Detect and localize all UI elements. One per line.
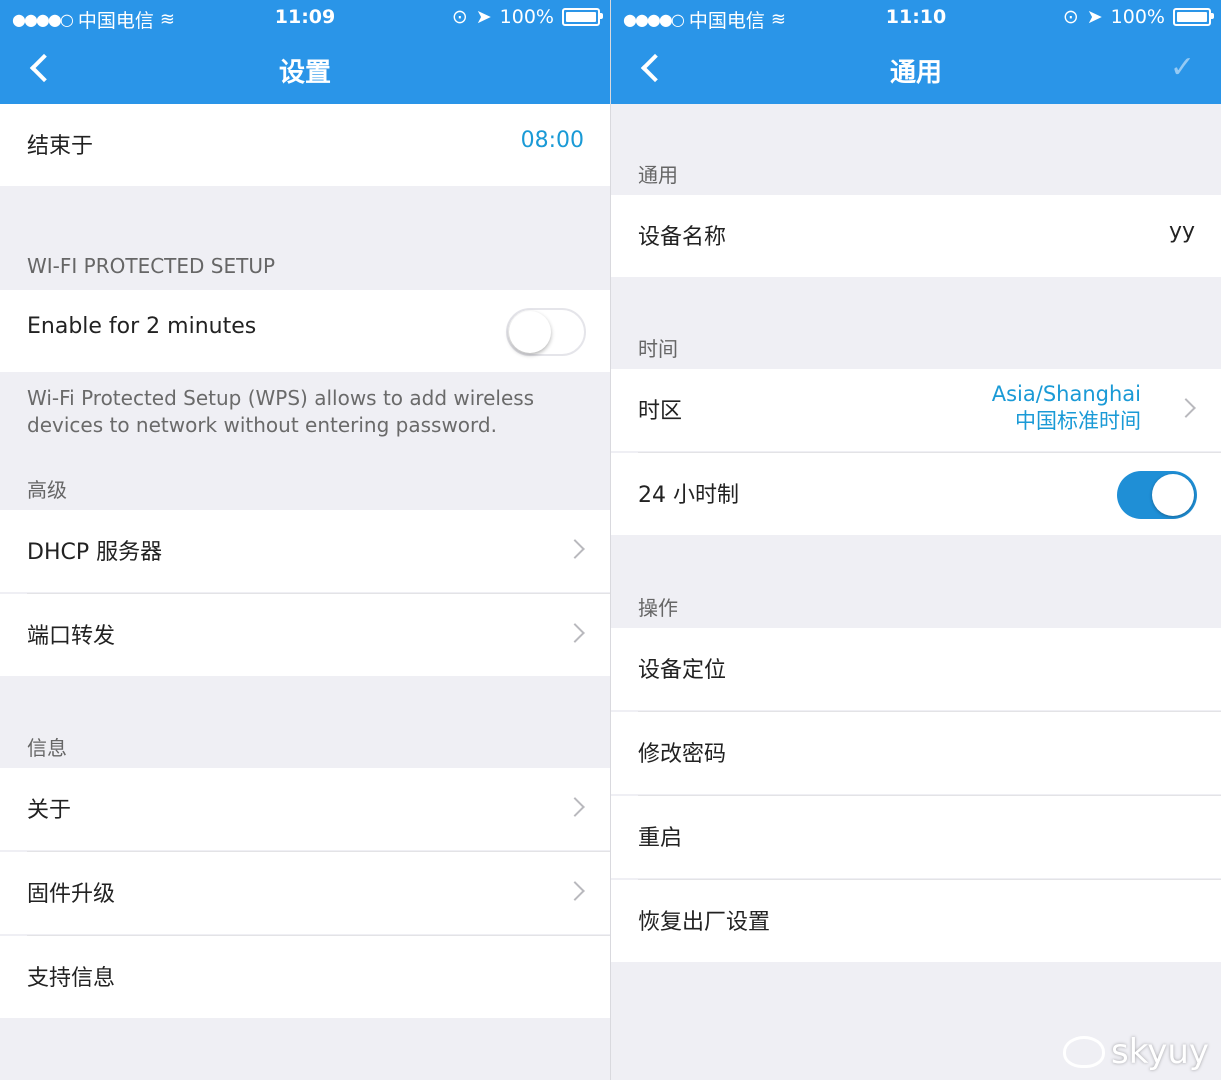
chevron-right-icon [565,623,585,643]
timezone-row[interactable]: 时区 Asia/Shanghai 中国标准时间 [611,369,1221,451]
end-time-row[interactable]: 结束于 08:00 [0,104,610,186]
wps-toggle-label: Enable for 2 minutes [27,314,257,339]
wps-toggle-switch[interactable] [506,308,586,356]
info-section-header: 信息 [27,736,67,760]
battery-percent: 100% [499,6,554,28]
location-icon: ➤ [475,6,492,28]
port-forwarding-row[interactable]: 端口转发 [0,594,610,676]
device-name-row[interactable]: 设备名称 yy [611,195,1221,277]
weibo-logo-icon [1063,1036,1106,1068]
support-info-row[interactable]: 支持信息 [0,936,610,1018]
timezone-value: Asia/Shanghai 中国标准时间 [992,381,1141,435]
rotation-lock-icon: ⊙ [451,6,468,28]
page-title: 设置 [278,58,331,88]
end-time-value: 08:00 [520,128,584,153]
device-name-label: 设备名称 [638,225,727,250]
clock-24h-toggle[interactable] [1117,471,1197,519]
wps-toggle-row: Enable for 2 minutes [0,290,610,372]
battery-percent: 100% [1110,6,1165,28]
timezone-value-region: Asia/Shanghai [991,382,1141,406]
time-section-header: 时间 [638,337,678,361]
change-password-row[interactable]: 修改密码 [611,712,1221,794]
location-icon: ➤ [1086,6,1103,28]
watermark: skyuy [1063,1032,1209,1072]
general-screen: ●●●●○ 中国电信 ≋ 11:10 ⊙ ➤ 100% 通用 ✓ 通用 设备名称… [611,0,1221,1080]
status-bar: ●●●●○ 中国电信 ≋ 11:09 ⊙ ➤ 100% [0,0,610,36]
checkmark-icon[interactable]: ✓ [1170,50,1195,85]
change-password-label: 修改密码 [638,742,727,767]
factory-reset-row[interactable]: 恢复出厂设置 [611,880,1221,962]
wps-section-header: WI-FI PROTECTED SETUP [27,254,276,278]
reboot-row[interactable]: 重启 [611,796,1221,878]
timezone-label: 时区 [638,399,683,424]
advanced-section-header: 高级 [27,478,67,502]
general-section-header: 通用 [638,163,678,187]
factory-reset-label: 恢复出厂设置 [638,910,771,935]
end-time-label: 结束于 [27,134,94,159]
chevron-right-icon [1176,398,1196,418]
watermark-text: skyuy [1111,1032,1209,1072]
device-name-value: yy [1168,219,1195,244]
chevron-right-icon [565,881,585,901]
chevron-right-icon [565,797,585,817]
about-row[interactable]: 关于 [0,768,610,850]
timezone-value-name: 中国标准时间 [1015,409,1141,433]
device-locate-label: 设备定位 [638,658,727,683]
chevron-right-icon [565,539,585,559]
firmware-upgrade-row[interactable]: 固件升级 [0,852,610,934]
nav-bar: 通用 ✓ [611,40,1221,100]
settings-screen: ●●●●○ 中国电信 ≋ 11:09 ⊙ ➤ 100% 设置 结束于 08:00… [0,0,610,1080]
battery-icon [562,8,603,26]
support-info-label: 支持信息 [27,966,116,991]
about-label: 关于 [27,798,72,823]
header-bar: ●●●●○ 中国电信 ≋ 11:10 ⊙ ➤ 100% 通用 ✓ [611,0,1221,104]
dhcp-server-label: DHCP 服务器 [27,540,163,565]
firmware-upgrade-label: 固件升级 [27,882,116,907]
device-locate-row[interactable]: 设备定位 [611,628,1221,710]
reboot-label: 重启 [638,826,683,851]
rotation-lock-icon: ⊙ [1062,6,1079,28]
clock-24h-label: 24 小时制 [638,483,739,508]
page-title: 通用 [889,58,942,88]
port-forwarding-label: 端口转发 [27,624,116,649]
nav-bar: 设置 [0,40,610,100]
battery-icon [1173,8,1214,26]
dhcp-server-row[interactable]: DHCP 服务器 [0,510,610,592]
status-bar: ●●●●○ 中国电信 ≋ 11:10 ⊙ ➤ 100% [611,0,1221,36]
operations-section-header: 操作 [638,596,678,620]
wps-description: Wi-Fi Protected Setup (WPS) allows to ad… [27,386,535,437]
clock-24h-row: 24 小时制 [611,453,1221,535]
header-bar: ●●●●○ 中国电信 ≋ 11:09 ⊙ ➤ 100% 设置 [0,0,610,104]
